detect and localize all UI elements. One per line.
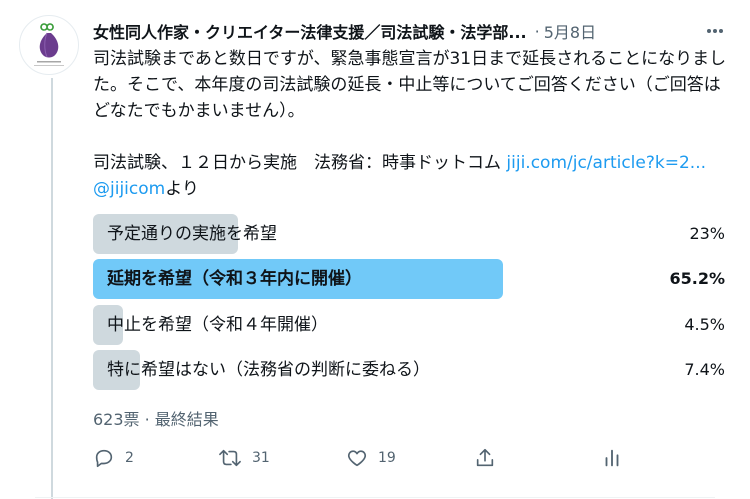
retweet-count: 31 xyxy=(252,450,270,466)
poll-option-percent: 23% xyxy=(689,224,725,243)
poll-option-label: 延期を希望（令和３年内に開催） xyxy=(107,269,362,289)
tweet-paragraph-1: 司法試験まであと数日ですが、緊急事態宣言が31日まで延長されることになりました。… xyxy=(93,49,727,121)
avatar-logo-icon xyxy=(34,23,64,66)
poll-option-label: 中止を希望（令和４年開催） xyxy=(107,315,328,335)
quote-source-text: 司法試験、１２日から実施 法務省：時事ドットコム xyxy=(93,153,507,173)
poll-option-winner: 延期を希望（令和３年内に開催） 65.2% xyxy=(93,259,733,299)
like-count: 19 xyxy=(378,450,396,466)
mention-link[interactable]: @jijicom xyxy=(93,179,165,199)
avatar[interactable] xyxy=(19,15,79,75)
tweet-text: 司法試験まであと数日ですが、緊急事態宣言が31日まで延長されることになりました。… xyxy=(93,46,733,202)
poll-option-percent: 65.2% xyxy=(669,269,725,288)
retweet-icon xyxy=(219,449,241,467)
poll-option-label: 予定通りの実施を希望 xyxy=(107,224,277,244)
article-link[interactable]: jiji.com/jc/article?k=2... xyxy=(506,153,706,173)
action-bar: 2 31 19 xyxy=(93,442,733,474)
divider xyxy=(35,497,715,498)
poll-option: 特に希望はない（法務省の判断に委ねる） 7.4% xyxy=(93,350,733,390)
header-separator: · xyxy=(534,21,540,41)
thread-line xyxy=(51,78,53,499)
reply-count: 2 xyxy=(125,450,134,466)
tweet-date[interactable]: 5月8日 xyxy=(544,19,596,43)
analytics-icon xyxy=(605,449,619,467)
tweet[interactable]: 女性同人作家・クリエイター法律支援／司法試験・法学部... · 5月8日 司法試… xyxy=(0,0,750,499)
poll-summary: 623票 · 最終結果 xyxy=(93,410,219,429)
more-button[interactable] xyxy=(700,18,730,44)
poll-option-percent: 7.4% xyxy=(684,360,725,379)
author-name[interactable]: 女性同人作家・クリエイター法律支援／司法試験・法学部... xyxy=(93,19,527,43)
quote-suffix: より xyxy=(165,179,199,199)
like-button[interactable]: 19 xyxy=(346,442,396,474)
poll-option-percent: 4.5% xyxy=(684,315,725,334)
share-button[interactable] xyxy=(474,442,496,474)
poll-option: 予定通りの実施を希望 23% xyxy=(93,214,733,254)
poll-option: 中止を希望（令和４年開催） 4.5% xyxy=(93,305,733,345)
reply-button[interactable]: 2 xyxy=(93,442,134,474)
tweet-header: 女性同人作家・クリエイター法律支援／司法試験・法学部... · 5月8日 xyxy=(93,18,733,44)
more-icon xyxy=(707,29,723,33)
retweet-button[interactable]: 31 xyxy=(218,442,270,474)
tweet-paragraph-2: 司法試験、１２日から実施 法務省：時事ドットコム jiji.com/jc/art… xyxy=(93,150,733,202)
reply-icon xyxy=(95,449,113,468)
analytics-button[interactable] xyxy=(601,442,623,474)
poll-option-label: 特に希望はない（法務省の判断に委ねる） xyxy=(107,360,430,380)
like-icon xyxy=(347,450,367,467)
share-icon xyxy=(476,448,494,467)
